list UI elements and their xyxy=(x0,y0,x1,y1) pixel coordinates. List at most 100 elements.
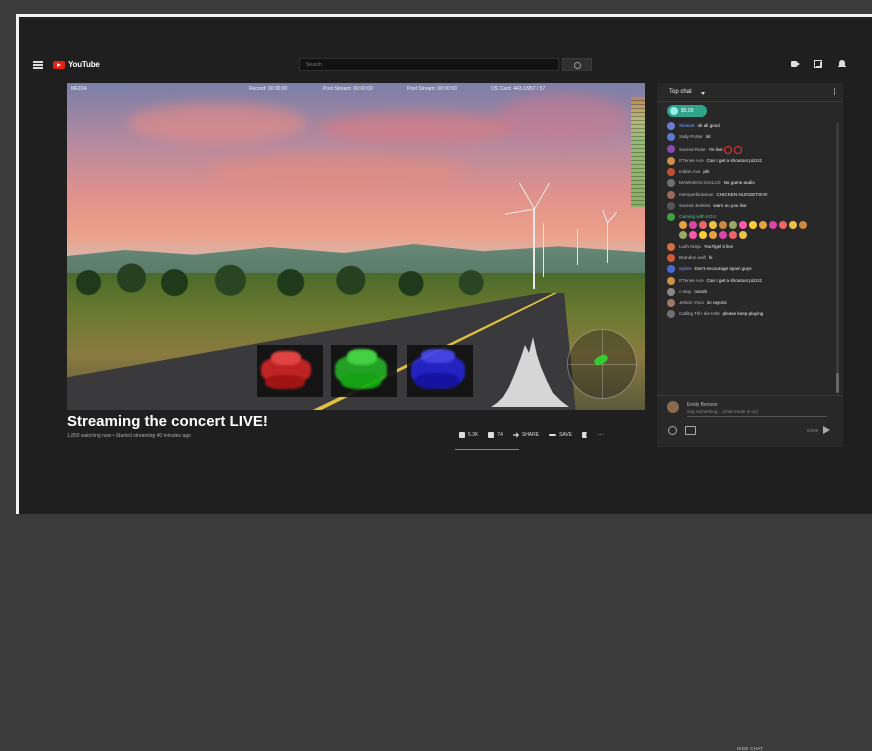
emoji-icon xyxy=(679,231,687,240)
notifications-icon[interactable] xyxy=(838,60,847,68)
chat-text: pls xyxy=(703,169,710,175)
chat-author[interactable]: MAMADOU DIALLO xyxy=(679,180,721,185)
stats-stream: Post Stream: 00:00:00 xyxy=(407,86,457,92)
chat-message: memperbintanan CHICKEN NUGGETS!!!!! xyxy=(667,190,835,199)
chat-avatar[interactable] xyxy=(667,213,675,222)
send-icon[interactable] xyxy=(823,426,830,434)
chat-message: Jetson Yoco im rayons xyxy=(667,299,835,308)
chat-message: It'Tense Ace Can I get a shoutout pizzzz xyxy=(667,276,835,285)
chat-input-area: Emily Benson Say something... (chat mode… xyxy=(657,395,843,751)
stats-media-label: MEDIA xyxy=(71,86,87,92)
blue-waveform-scope xyxy=(407,345,473,397)
emoji-icon xyxy=(739,231,747,240)
like-count: 5.3K xyxy=(468,432,479,438)
chat-avatar[interactable] xyxy=(667,190,675,199)
chat-author[interactable]: Brandon wolf xyxy=(679,255,706,260)
viewer-avatar xyxy=(667,401,679,413)
chat-avatar[interactable] xyxy=(667,122,675,130)
chat-text: hi xyxy=(708,254,713,260)
chat-avatar[interactable] xyxy=(667,242,675,251)
share-button[interactable]: SHARE xyxy=(512,432,540,438)
chat-author[interactable]: Sally Porter xyxy=(679,134,703,139)
chat-avatar[interactable] xyxy=(667,156,675,165)
chat-author[interactable]: Sacred Jenkins xyxy=(679,203,710,208)
chat-author[interactable]: c-stay xyxy=(679,289,691,294)
more-vert-icon[interactable] xyxy=(834,88,835,95)
chevron-down-icon[interactable] xyxy=(701,92,705,95)
playlist-add-icon xyxy=(549,434,557,436)
wind-turbine xyxy=(577,229,578,265)
chat-avatar[interactable] xyxy=(667,310,675,319)
chat-avatar[interactable] xyxy=(667,287,675,296)
char-counter: 0/200 xyxy=(807,428,819,433)
save-button[interactable]: SAVE xyxy=(549,432,572,438)
chat-author[interactable]: memperbintanan xyxy=(679,192,713,197)
chat-author[interactable]: Jetson Yoco xyxy=(679,300,704,305)
create-video-icon[interactable] xyxy=(791,60,800,68)
emoji-icon xyxy=(733,145,742,154)
green-waveform-scope xyxy=(331,345,397,397)
chat-avatar[interactable] xyxy=(667,299,675,308)
chat-author[interactable]: It'Tense Ace xyxy=(679,158,704,163)
chat-message: Stewart ok all good xyxy=(667,122,835,130)
chat-avatar[interactable] xyxy=(667,265,675,274)
chat-text: im rayons xyxy=(706,300,727,306)
chat-message: Lush Ninja YouTigel it live xyxy=(667,242,835,251)
search-input[interactable]: Search xyxy=(299,58,559,71)
apps-icon[interactable] xyxy=(814,60,822,68)
video-player[interactable]: MEDIA Record: 00:00:00 Post Stream: 00:0… xyxy=(67,83,645,410)
chat-avatar[interactable] xyxy=(667,253,675,262)
like-button[interactable]: 5.3K xyxy=(459,432,478,438)
share-label: SHARE xyxy=(521,432,540,438)
emoji-icon xyxy=(749,221,757,230)
chat-avatar[interactable] xyxy=(667,179,675,188)
chat-input[interactable]: Say something... (chat mode is on) xyxy=(687,409,827,417)
wind-turbine xyxy=(607,223,608,263)
emoji-icon xyxy=(729,221,737,230)
hide-chat-button[interactable]: HIDE CHAT xyxy=(657,746,843,751)
chat-avatar[interactable] xyxy=(667,276,675,285)
chat-avatar[interactable] xyxy=(667,202,675,211)
emoji-icon xyxy=(779,221,787,230)
report-button[interactable] xyxy=(582,432,588,438)
search-icon xyxy=(574,62,581,69)
pinned-superchat[interactable]: $5.00 xyxy=(667,105,707,117)
chat-author[interactable]: Gaming with KOIJ xyxy=(679,214,716,219)
menu-icon[interactable] xyxy=(33,61,43,69)
search-button[interactable] xyxy=(562,58,592,71)
chat-author[interactable]: Sykes xyxy=(679,266,692,271)
chat-author[interactable]: It'Tense Ace xyxy=(679,278,704,283)
chat-message: Indian Ave pls xyxy=(667,168,835,177)
emoji-icon xyxy=(699,221,707,230)
video-title: Streaming the concert LIVE! xyxy=(67,413,268,430)
emoji-icon xyxy=(723,145,732,154)
chat-author[interactable]: Indian Ave xyxy=(679,169,700,174)
app-window: YouTube Search MEDIA Record: 00:00:00 Po… xyxy=(16,14,872,751)
cloud xyxy=(207,153,467,189)
chat-message-list: Stewart ok all good Sally Porter lol Sacred … xyxy=(667,122,835,323)
chat-avatar[interactable] xyxy=(667,168,675,177)
chat-author[interactable]: Stewart xyxy=(679,123,695,128)
chat-message: It'Tense Ace Can I get a shoutout pizzzz xyxy=(667,156,835,165)
chat-author[interactable]: Calling Till I die Hrkt xyxy=(679,311,720,316)
chat-avatar[interactable] xyxy=(667,133,675,142)
chat-message: Brandon wolf hi xyxy=(667,253,835,262)
dislike-button[interactable]: 74 xyxy=(488,432,503,438)
emoji-icon[interactable] xyxy=(668,426,677,435)
chat-message: Calling Till I die Hrkt please keep playi… xyxy=(667,310,835,319)
superchat-icon[interactable] xyxy=(685,426,696,435)
chat-avatar[interactable] xyxy=(667,144,675,153)
chat-scrollbar[interactable] xyxy=(836,123,839,393)
chat-author[interactable]: Lush Ninja xyxy=(679,244,701,249)
video-actions: 5.3K 74 SHARE SAVE ⋯ xyxy=(459,431,604,439)
chat-mode-label[interactable]: Top chat xyxy=(669,89,692,95)
wind-turbine xyxy=(543,223,544,277)
emoji-icon xyxy=(699,231,707,240)
emoji-icon xyxy=(709,231,717,240)
youtube-logo[interactable]: YouTube xyxy=(53,60,100,69)
more-button[interactable]: ⋯ xyxy=(597,431,604,439)
chat-author[interactable]: Sacred Rose xyxy=(679,147,706,152)
video-meta: 1,850 watching now • Started streaming 4… xyxy=(67,433,191,439)
chat-message: Gaming with KOIJ xyxy=(667,213,835,240)
chat-header: Top chat xyxy=(657,83,843,102)
